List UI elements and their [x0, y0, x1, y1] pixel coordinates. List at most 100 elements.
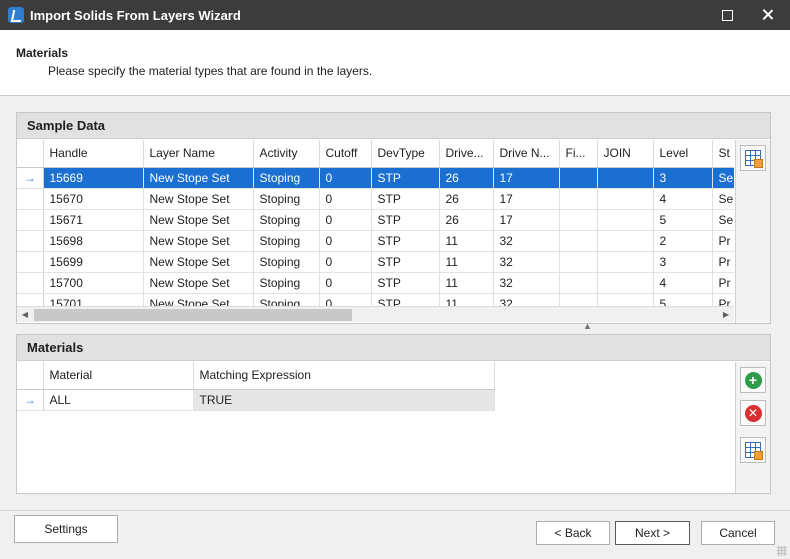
table-cell[interactable]: ALL: [43, 389, 194, 411]
materials-grid-options-button[interactable]: [740, 437, 766, 463]
table-cell[interactable]: [559, 272, 598, 294]
table-cell[interactable]: [597, 293, 654, 306]
table-cell[interactable]: [559, 293, 598, 306]
table-cell[interactable]: [559, 167, 598, 189]
table-cell[interactable]: 32: [493, 293, 560, 306]
table-cell[interactable]: STP: [371, 251, 440, 273]
table-cell[interactable]: 0: [319, 251, 372, 273]
table-cell[interactable]: New Stope Set: [143, 230, 254, 252]
table-cell[interactable]: STP: [371, 167, 440, 189]
table-cell[interactable]: Stoping: [253, 230, 320, 252]
table-cell[interactable]: 15669: [43, 167, 144, 189]
table-cell[interactable]: 0: [319, 293, 372, 306]
sample-column-header[interactable]: Cutoff: [319, 140, 372, 168]
next-button[interactable]: Next >: [615, 521, 690, 545]
settings-button[interactable]: Settings: [14, 515, 118, 543]
table-cell[interactable]: 15698: [43, 230, 144, 252]
table-cell[interactable]: 26: [439, 167, 494, 189]
table-cell[interactable]: Stoping: [253, 272, 320, 294]
sample-grid-options-button[interactable]: [740, 145, 766, 171]
table-cell[interactable]: 15670: [43, 188, 144, 210]
table-cell[interactable]: 3: [653, 251, 713, 273]
table-cell[interactable]: 11: [439, 251, 494, 273]
table-cell[interactable]: 11: [439, 293, 494, 306]
table-cell[interactable]: New Stope Set: [143, 272, 254, 294]
table-cell[interactable]: [559, 188, 598, 210]
table-cell[interactable]: Pr: [712, 251, 734, 273]
close-button[interactable]: [750, 0, 786, 30]
sample-column-header[interactable]: Handle: [43, 140, 144, 168]
sample-column-header[interactable]: Fi...: [559, 140, 598, 168]
table-cell[interactable]: Pr: [712, 293, 734, 306]
table-cell[interactable]: Stoping: [253, 188, 320, 210]
scroll-left-icon[interactable]: ◀: [17, 307, 33, 323]
maximize-button[interactable]: [708, 0, 744, 30]
splitter-icon[interactable]: ▲: [583, 321, 592, 331]
table-cell[interactable]: 3: [653, 167, 713, 189]
table-cell[interactable]: 26: [439, 188, 494, 210]
sample-column-header[interactable]: Layer Name: [143, 140, 254, 168]
table-cell[interactable]: TRUE: [193, 389, 495, 411]
materials-column-header[interactable]: Material: [43, 362, 194, 390]
sample-data-hscrollbar[interactable]: ◀ ▶: [17, 306, 734, 322]
table-cell[interactable]: 15671: [43, 209, 144, 231]
sample-column-header[interactable]: Activity: [253, 140, 320, 168]
table-cell[interactable]: Stoping: [253, 293, 320, 306]
table-row[interactable]: → ALL TRUE: [17, 389, 495, 411]
table-row[interactable]: 15699 New Stope Set Stoping 0 STP 11 32 3 Pr: [17, 251, 734, 273]
table-cell[interactable]: [559, 230, 598, 252]
table-cell[interactable]: New Stope Set: [143, 188, 254, 210]
delete-material-button[interactable]: ✕: [740, 400, 766, 426]
table-cell[interactable]: STP: [371, 209, 440, 231]
table-cell[interactable]: STP: [371, 293, 440, 306]
table-cell[interactable]: 11: [439, 272, 494, 294]
table-cell[interactable]: STP: [371, 230, 440, 252]
table-row[interactable]: 15698 New Stope Set Stoping 0 STP 11 32 2 Pr: [17, 230, 734, 252]
table-cell[interactable]: Se: [712, 167, 734, 189]
table-cell[interactable]: 5: [653, 209, 713, 231]
table-cell[interactable]: New Stope Set: [143, 293, 254, 306]
table-cell[interactable]: 15699: [43, 251, 144, 273]
table-cell[interactable]: 5: [653, 293, 713, 306]
table-cell[interactable]: 15700: [43, 272, 144, 294]
table-row[interactable]: 15700 New Stope Set Stoping 0 STP 11 32 4 Pr: [17, 272, 734, 294]
table-cell[interactable]: 17: [493, 209, 560, 231]
table-cell[interactable]: New Stope Set: [143, 167, 254, 189]
resize-grip[interactable]: [777, 546, 787, 556]
table-cell[interactable]: Stoping: [253, 167, 320, 189]
table-cell[interactable]: STP: [371, 272, 440, 294]
table-cell[interactable]: 2: [653, 230, 713, 252]
table-row[interactable]: 15701 New Stope Set Stoping 0 STP 11 32 5 Pr: [17, 293, 734, 306]
add-material-button[interactable]: +: [740, 367, 766, 393]
table-cell[interactable]: Se: [712, 188, 734, 210]
table-row[interactable]: → 15669 New Stope Set Stoping 0 STP 26 17 3 Se: [17, 167, 734, 189]
back-button[interactable]: < Back: [536, 521, 610, 545]
table-cell[interactable]: 4: [653, 272, 713, 294]
table-cell[interactable]: 0: [319, 188, 372, 210]
table-cell[interactable]: [597, 230, 654, 252]
materials-column-header[interactable]: Matching Expression: [193, 362, 495, 390]
scroll-right-icon[interactable]: ▶: [718, 307, 734, 323]
table-cell[interactable]: 15701: [43, 293, 144, 306]
table-cell[interactable]: 17: [493, 167, 560, 189]
table-cell[interactable]: [597, 251, 654, 273]
sample-column-header[interactable]: Drive...: [439, 140, 494, 168]
cancel-button[interactable]: Cancel: [701, 521, 775, 545]
sample-column-header[interactable]: St: [712, 140, 734, 168]
table-cell[interactable]: [597, 167, 654, 189]
table-cell[interactable]: 11: [439, 230, 494, 252]
table-cell[interactable]: [559, 251, 598, 273]
table-cell[interactable]: New Stope Set: [143, 209, 254, 231]
table-cell[interactable]: 0: [319, 230, 372, 252]
table-cell[interactable]: Stoping: [253, 209, 320, 231]
table-cell[interactable]: 26: [439, 209, 494, 231]
table-cell[interactable]: [597, 272, 654, 294]
table-cell[interactable]: Pr: [712, 230, 734, 252]
table-cell[interactable]: 0: [319, 167, 372, 189]
table-cell[interactable]: 32: [493, 251, 560, 273]
table-cell[interactable]: Pr: [712, 272, 734, 294]
table-cell[interactable]: STP: [371, 188, 440, 210]
table-cell[interactable]: [559, 209, 598, 231]
table-cell[interactable]: [597, 188, 654, 210]
sample-column-header[interactable]: DevType: [371, 140, 440, 168]
